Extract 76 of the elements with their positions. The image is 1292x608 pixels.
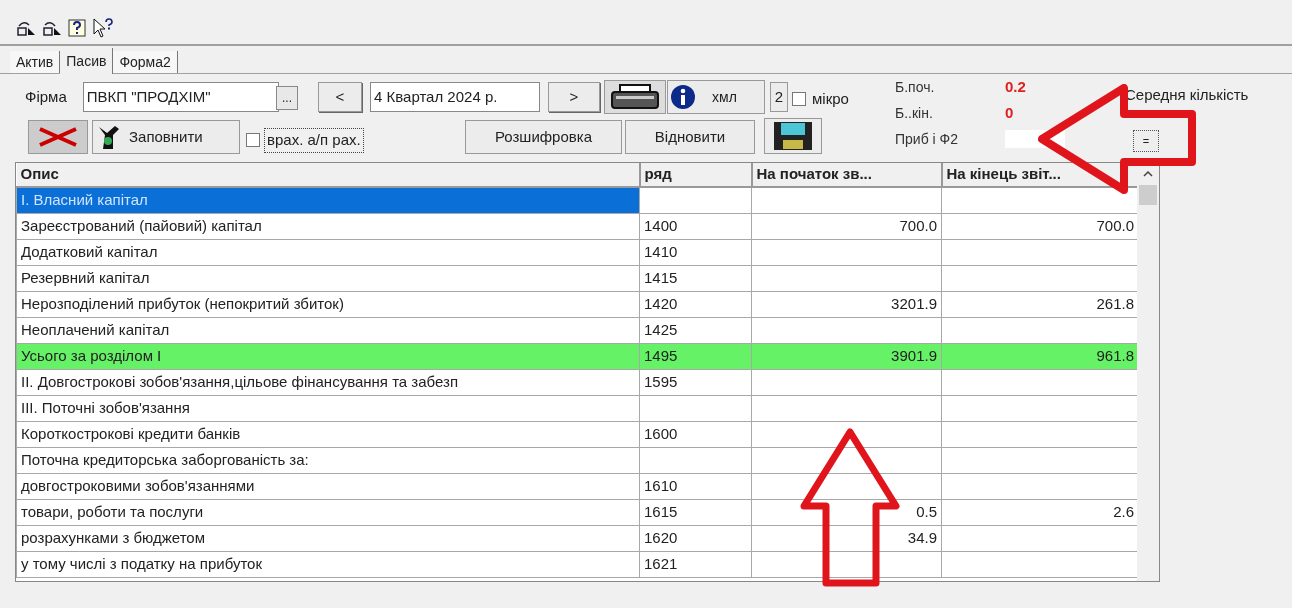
table-cell: довгостроковими зобов'язаннями <box>16 473 640 499</box>
restore-button[interactable]: Відновити <box>625 120 755 154</box>
table-cell: Резервний капітал <box>16 265 640 291</box>
info-button[interactable]: хмл <box>667 80 765 114</box>
table-cell: Зареєстрований (пайовий) капітал <box>16 213 640 239</box>
table-cell: Неоплачений капітал <box>16 317 640 343</box>
info-icon <box>670 84 696 110</box>
table-cell: Усього за розділом I <box>16 343 640 369</box>
table-cell: Короткострокові кредити банків <box>16 421 640 447</box>
account-checkbox[interactable] <box>246 133 260 148</box>
table-cell: 700.0 <box>941 213 1139 239</box>
table-cell: 1425 <box>639 317 752 343</box>
column-header[interactable]: ряд <box>639 163 752 187</box>
decode-button[interactable]: Розшифровка <box>465 120 622 154</box>
table-cell: розрахунками з бюджетом <box>16 525 640 551</box>
balance-value: 0.2 <box>1005 76 1026 97</box>
firm-label: Фірма <box>25 86 67 107</box>
table-cell: Додатковий капітал <box>16 239 640 265</box>
fill-label: Заповнити <box>129 126 203 147</box>
fill-button[interactable]: Заповнити <box>92 120 240 154</box>
balance-label: Б.поч. <box>895 77 936 97</box>
table-cell: Поточна кредиторська заборгованість за: <box>16 447 640 473</box>
average-count-label: Середня кількість <box>1125 85 1249 105</box>
browse-button[interactable]: ... <box>276 86 298 110</box>
table-cell: 1595 <box>639 369 752 395</box>
table-cell: у тому числі з податку на прибуток <box>16 551 640 577</box>
scroll-thumb[interactable] <box>1139 185 1157 205</box>
table-cell: 3201.9 <box>751 291 942 317</box>
table-cell: Нерозподілений прибуток (непокритий збиток) <box>16 291 640 317</box>
tab[interactable]: Пасив <box>60 48 114 74</box>
table-cell: 1621 <box>639 551 752 577</box>
equals-button[interactable]: = <box>1133 130 1159 152</box>
firm-field[interactable]: ПВКП "ПРОДХІМ" <box>82 82 279 112</box>
table-cell: I. Власний капітал <box>16 187 640 213</box>
clear-button[interactable] <box>28 120 88 154</box>
table-cell: II. Довгострокові зобов'язання,цільове фінансування та забезп <box>16 369 640 395</box>
xml-label: хмл <box>712 87 737 107</box>
tab[interactable]: Форма2 <box>113 51 178 73</box>
two-button[interactable]: 2 <box>770 82 788 112</box>
table-cell: товари, роботи та послуги <box>16 499 640 525</box>
balance-label: Приб і Ф2 <box>895 129 959 149</box>
table-cell: 1600 <box>639 421 752 447</box>
table-cell: 1615 <box>639 499 752 525</box>
micro-label: мікро <box>812 89 849 109</box>
save-button[interactable] <box>764 118 822 154</box>
vertical-scrollbar[interactable] <box>1137 163 1159 581</box>
table-cell: 1410 <box>639 239 752 265</box>
table-cell: 1495 <box>639 343 752 369</box>
cross-icon <box>36 126 80 148</box>
table-cell: 1610 <box>639 473 752 499</box>
table-cell: 700.0 <box>751 213 942 239</box>
printer-icon <box>610 84 660 110</box>
next-period-button[interactable]: > <box>548 82 600 112</box>
tab[interactable]: Актив <box>10 51 61 73</box>
table-cell: 1420 <box>639 291 752 317</box>
table-cell: 1620 <box>639 525 752 551</box>
table-cell: 961.8 <box>941 343 1139 369</box>
print-button[interactable] <box>604 80 666 114</box>
table-cell: 1400 <box>639 213 752 239</box>
redo-icon[interactable] <box>42 19 62 37</box>
pointer-help-icon[interactable] <box>92 18 114 38</box>
table-cell: III. Поточні зобов'язання <box>16 395 640 421</box>
table-cell: 261.8 <box>941 291 1139 317</box>
balance-label: Б..кін. <box>895 103 934 123</box>
column-header[interactable]: Опис <box>16 163 640 187</box>
table-cell: 1415 <box>639 265 752 291</box>
column-header[interactable]: На початок зв... <box>751 163 942 187</box>
account-label: врах. а/п рах. <box>264 128 364 153</box>
previous-period-button[interactable]: < <box>318 82 362 112</box>
micro-checkbox[interactable] <box>792 92 806 107</box>
table-cell: 2.6 <box>941 499 1139 525</box>
help-icon[interactable] <box>68 19 86 37</box>
period-field[interactable]: 4 Квартал 2024 р. <box>370 82 540 112</box>
undo-icon[interactable] <box>16 19 36 37</box>
table-cell: 3901.9 <box>751 343 942 369</box>
balance-value: 0 <box>1005 102 1014 123</box>
